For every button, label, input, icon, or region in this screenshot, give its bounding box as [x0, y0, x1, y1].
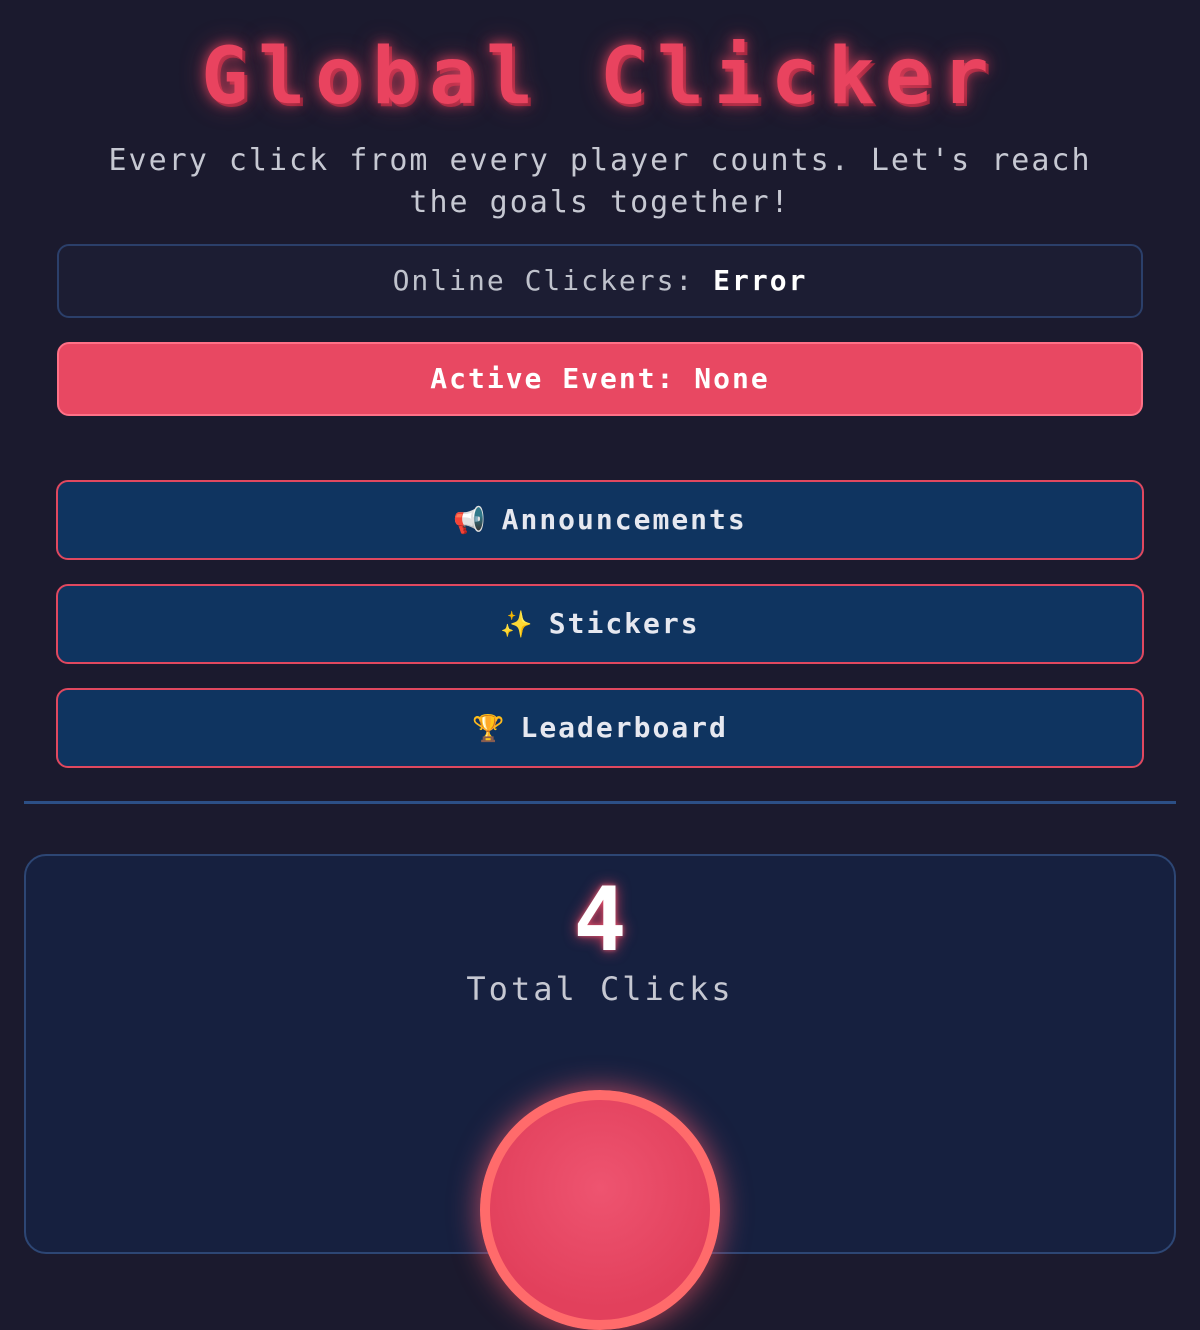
stickers-label: Stickers [548, 607, 700, 640]
active-event-value: None [694, 362, 770, 395]
active-event-banner: Active Event: None [57, 342, 1143, 416]
sparkles-icon: ✨ [500, 610, 535, 640]
leaderboard-button[interactable]: 🏆 Leaderboard [56, 688, 1144, 768]
online-clickers-label: Online Clickers: [392, 264, 695, 297]
online-clickers-status: Online Clickers: Error [57, 244, 1143, 318]
announcements-label: Announcements [501, 503, 747, 536]
trophy-icon: 🏆 [472, 714, 507, 744]
page-subtitle: Every click from every player counts. Le… [108, 143, 1092, 220]
total-clicks-value: 4 [573, 868, 627, 971]
page-title: Global Clicker [201, 32, 999, 122]
announcements-button[interactable]: 📢 Announcements [56, 480, 1144, 560]
global-click-button[interactable] [480, 1090, 720, 1330]
stickers-button[interactable]: ✨ Stickers [56, 584, 1144, 664]
megaphone-icon: 📢 [453, 506, 488, 536]
active-event-label: Active Event: [430, 362, 676, 395]
leaderboard-label: Leaderboard [520, 711, 728, 744]
online-clickers-value: Error [713, 264, 808, 297]
total-clicks-label: Total Clicks [466, 970, 734, 1008]
section-divider [24, 801, 1176, 804]
